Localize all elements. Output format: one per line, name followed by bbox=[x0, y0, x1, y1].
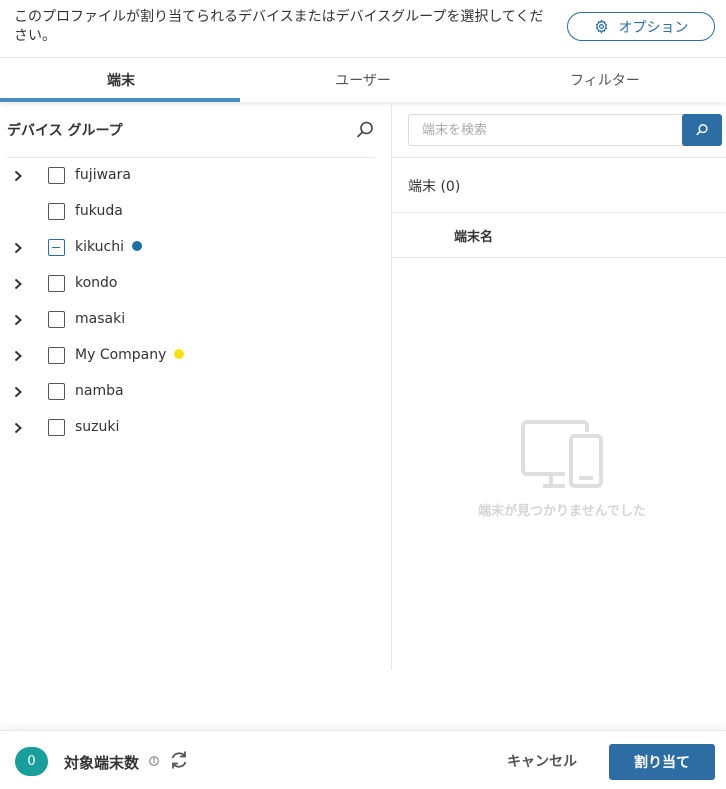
device-count: 端末 (0) bbox=[408, 179, 461, 195]
empty-message: 端末が見つかりませんでした bbox=[478, 504, 646, 519]
group-name: suzuki bbox=[75, 419, 120, 435]
group-label: suzuki bbox=[75, 419, 119, 435]
tab-bar: 端末 ユーザー フィルター bbox=[0, 58, 726, 102]
column-header-device-name[interactable]: 端末名 bbox=[454, 226, 493, 245]
divider bbox=[392, 212, 726, 213]
tree-row[interactable]: My Company bbox=[0, 338, 380, 374]
gear-icon bbox=[595, 19, 607, 34]
device-group-tree: fujiwara fukuda kikuchi kondo masaki My Compa… bbox=[0, 158, 380, 446]
chevron-right-icon[interactable] bbox=[12, 278, 24, 290]
group-name: fujiwara bbox=[75, 167, 131, 183]
group-name: namba bbox=[75, 383, 124, 399]
devices-icon bbox=[521, 420, 603, 488]
status-dot bbox=[174, 349, 185, 359]
status-dot bbox=[132, 241, 143, 251]
device-search-button[interactable] bbox=[682, 114, 722, 146]
chevron-right-icon[interactable] bbox=[12, 386, 24, 398]
device-group-title: デバイス グループ bbox=[7, 123, 123, 139]
instruction-text: このプロファイルが割り当てられるデバイスまたはデバイスグループを選択してください… bbox=[14, 9, 544, 44]
group-label: My Company bbox=[75, 347, 185, 363]
dialog-footer: 0 対象端末数 キャンセル 割り当て bbox=[0, 730, 726, 789]
divider bbox=[392, 257, 726, 258]
assign-button[interactable]: 割り当て bbox=[609, 744, 715, 780]
group-name: My Company bbox=[75, 347, 167, 363]
group-label: fujiwara bbox=[75, 167, 131, 183]
chevron-right-icon[interactable] bbox=[12, 314, 24, 326]
group-checkbox[interactable] bbox=[48, 419, 65, 436]
tree-row[interactable]: namba bbox=[0, 374, 380, 410]
options-label: オプション bbox=[618, 19, 689, 36]
group-label: namba bbox=[75, 383, 124, 399]
divider bbox=[392, 157, 726, 158]
device-panel: 端末 (0) 端末名 端末が見つかりませんでした bbox=[392, 102, 726, 670]
group-name: fukuda bbox=[75, 203, 123, 219]
group-name: kikuchi bbox=[75, 239, 125, 255]
search-icon bbox=[696, 124, 708, 136]
tree-row[interactable]: kikuchi bbox=[0, 230, 380, 266]
tree-row[interactable]: suzuki bbox=[0, 410, 380, 446]
target-count-badge: 0 bbox=[15, 747, 48, 776]
options-button[interactable]: オプション bbox=[567, 12, 715, 41]
dialog-header: このプロファイルが割り当てられるデバイスまたはデバイスグループを選択してください… bbox=[0, 0, 726, 58]
group-checkbox[interactable] bbox=[48, 275, 65, 292]
group-checkbox[interactable] bbox=[48, 203, 65, 220]
group-label: fukuda bbox=[75, 203, 123, 219]
tree-row[interactable]: kondo bbox=[0, 266, 380, 302]
group-label: masaki bbox=[75, 311, 125, 327]
tree-row[interactable]: fujiwara bbox=[0, 158, 380, 194]
tree-row[interactable]: fukuda bbox=[0, 194, 380, 230]
group-checkbox[interactable] bbox=[48, 347, 65, 364]
group-checkbox[interactable] bbox=[48, 239, 65, 256]
target-count-label: 対象端末数 bbox=[64, 754, 140, 772]
group-name: kondo bbox=[75, 275, 118, 291]
chevron-right-icon[interactable] bbox=[12, 170, 24, 182]
device-search-input[interactable] bbox=[408, 114, 684, 146]
group-checkbox[interactable] bbox=[48, 167, 65, 184]
tab-filters[interactable]: フィルター bbox=[484, 58, 726, 102]
group-name: masaki bbox=[75, 311, 126, 327]
chevron-right-icon[interactable] bbox=[12, 422, 24, 434]
group-checkbox[interactable] bbox=[48, 383, 65, 400]
device-group-panel: デバイス グループ fujiwara fukuda kikuchi kondo masa… bbox=[0, 102, 392, 670]
search-icon[interactable] bbox=[355, 120, 375, 140]
group-label: kikuchi bbox=[75, 239, 143, 255]
info-icon[interactable] bbox=[149, 756, 159, 766]
tree-row[interactable]: masaki bbox=[0, 302, 380, 338]
group-label: kondo bbox=[75, 275, 118, 291]
cancel-button[interactable]: キャンセル bbox=[507, 749, 577, 773]
tab-devices[interactable]: 端末 bbox=[0, 58, 242, 102]
refresh-icon[interactable] bbox=[170, 750, 188, 770]
tab-users[interactable]: ユーザー bbox=[242, 58, 484, 102]
chevron-right-icon[interactable] bbox=[12, 350, 24, 362]
group-checkbox[interactable] bbox=[48, 311, 65, 328]
chevron-right-icon[interactable] bbox=[12, 242, 24, 254]
